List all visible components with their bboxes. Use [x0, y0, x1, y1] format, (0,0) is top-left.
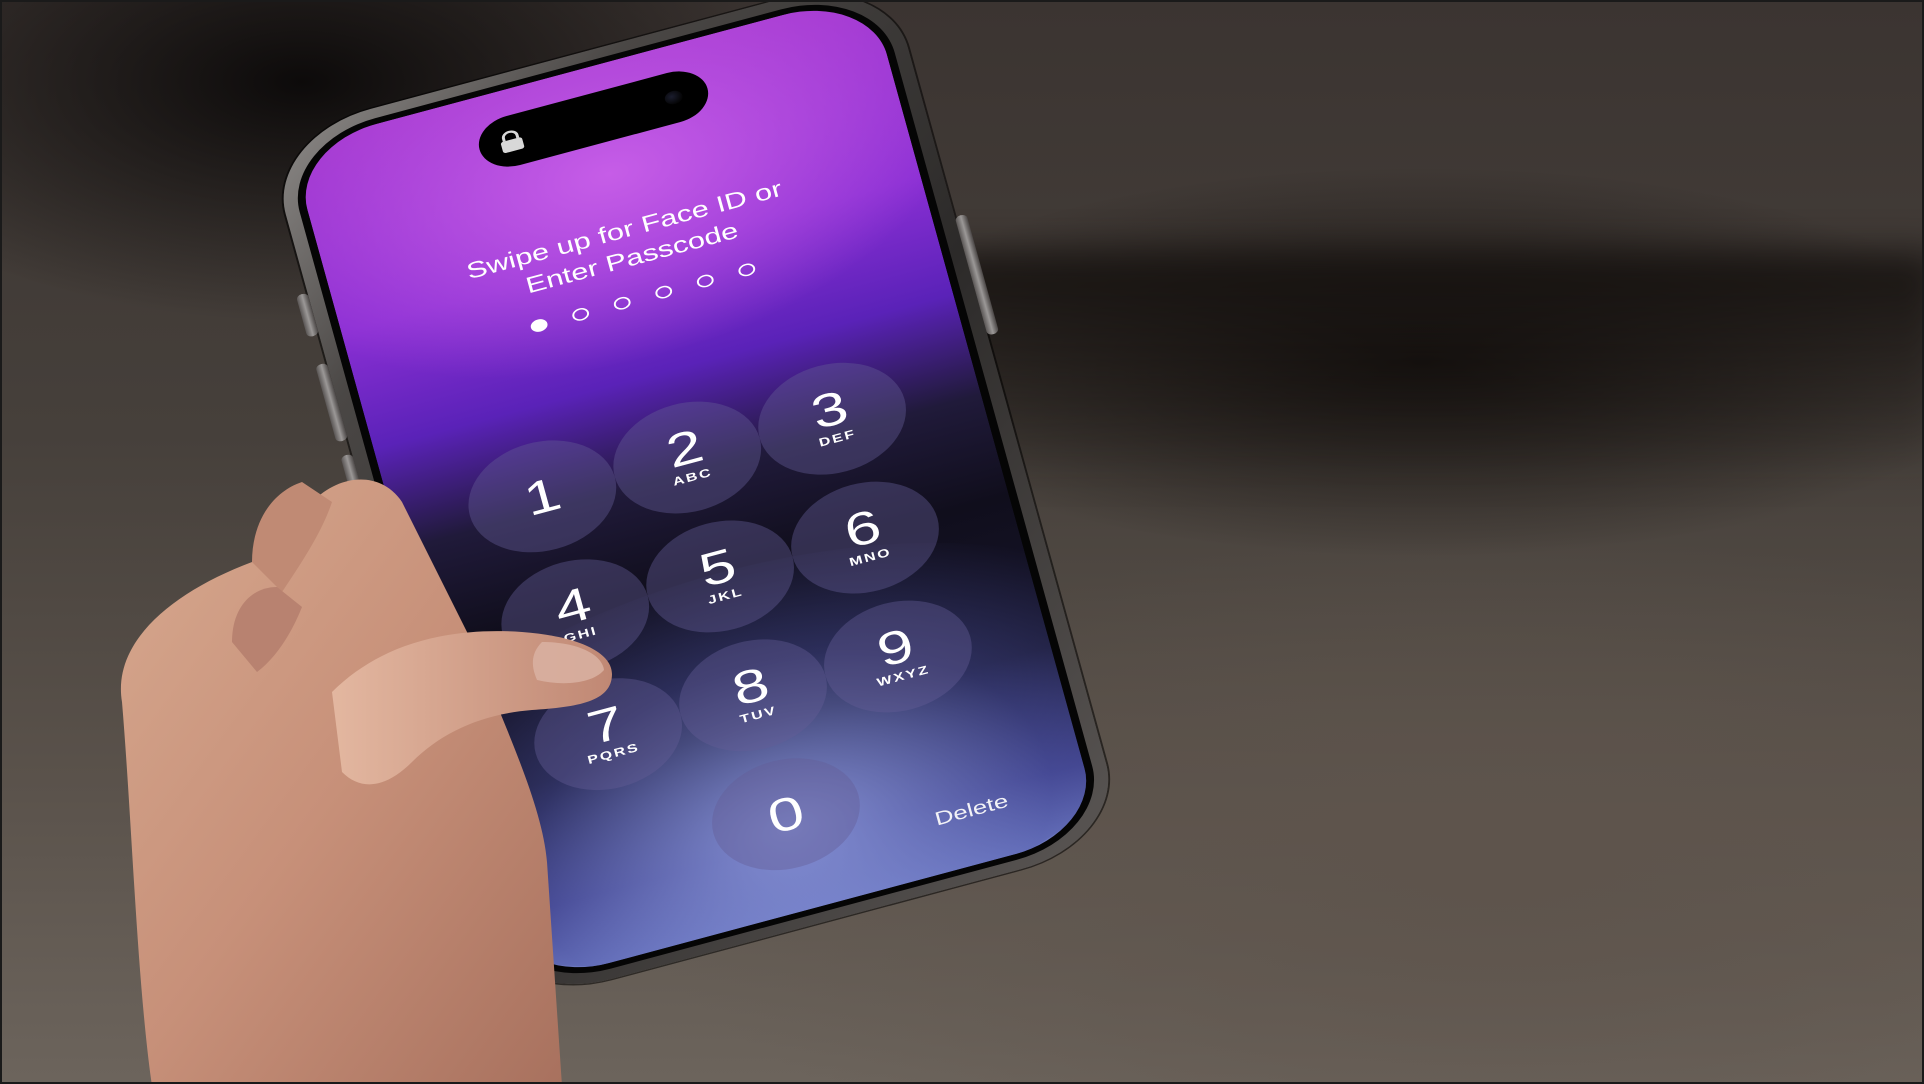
- keypad-key-3[interactable]: 3 DEF: [745, 346, 920, 491]
- background-blur: [862, 252, 1922, 482]
- passcode-keypad: 1 2 ABC 3 DEF 4 GHI 5 JKL 6 MNO 7 PQRS 8 TUV 9 WXYZ 0: [383, 327, 985, 887]
- passcode-dot: [570, 306, 591, 323]
- keypad-key-2[interactable]: 2 ABC: [600, 385, 775, 530]
- passcode-dot: [736, 261, 757, 279]
- prompt-line-1: Swipe up for Face ID or: [463, 175, 785, 285]
- lock-icon: [500, 130, 525, 154]
- prompt-line-2: Enter Passcode: [522, 217, 742, 299]
- passcode-dot: [653, 284, 674, 301]
- iphone: Swipe up for Face ID or Enter Passcode 1…: [264, 2, 1128, 1008]
- hand-finger: [252, 482, 332, 592]
- keypad-key-1[interactable]: 1: [455, 424, 630, 569]
- front-camera: [663, 88, 685, 107]
- passcode-dot: [695, 272, 716, 290]
- photo-scene: Swipe up for Face ID or Enter Passcode 1…: [0, 0, 1924, 1084]
- passcode-dot: [529, 317, 550, 334]
- lock-screen: Swipe up for Face ID or Enter Passcode 1…: [290, 2, 1102, 987]
- passcode-dot: [612, 295, 633, 312]
- key-digit: 1: [518, 466, 567, 527]
- hand-finger: [232, 587, 302, 672]
